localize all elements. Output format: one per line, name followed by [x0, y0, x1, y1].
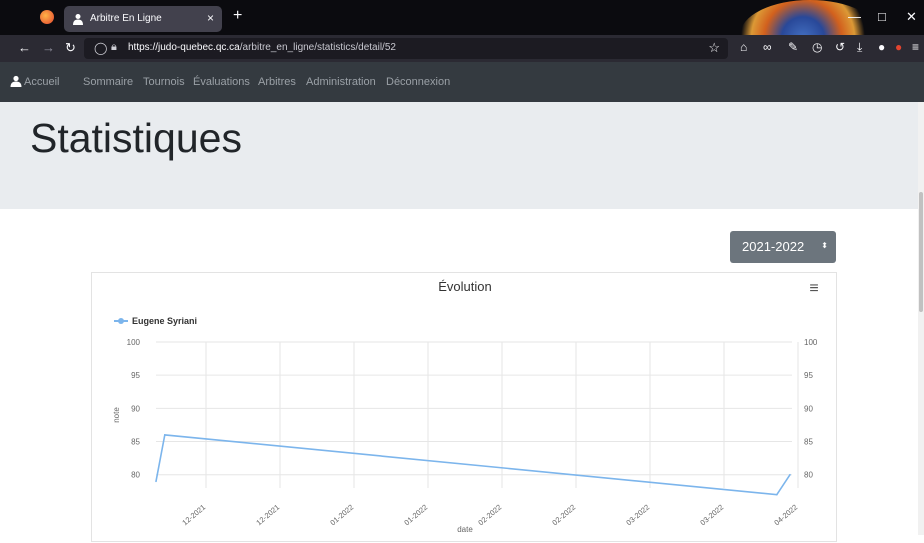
- back-icon[interactable]: ←: [18, 40, 31, 55]
- user-icon: [73, 14, 83, 25]
- y-tick-label-left: 90: [131, 404, 140, 413]
- menu-icon[interactable]: ≡: [912, 40, 919, 54]
- user-icon: [10, 75, 22, 87]
- y-tick-label-right: 85: [804, 438, 813, 447]
- extension-icon[interactable]: ●: [878, 40, 885, 54]
- y-tick-label-right: 80: [804, 471, 813, 480]
- nav-tournois[interactable]: Tournois: [143, 76, 185, 88]
- browser-tab-bar: Arbitre En Ligne × + — □ ✕: [0, 0, 924, 70]
- x-tick-label: 04-2022: [772, 503, 799, 528]
- tracking-shield-icon[interactable]: ◯: [94, 41, 107, 55]
- close-window-icon[interactable]: ✕: [906, 9, 917, 25]
- nav-administration[interactable]: Administration: [306, 76, 376, 88]
- infinity-icon[interactable]: ∞: [763, 40, 772, 54]
- y-tick-label-left: 80: [131, 471, 140, 480]
- opera-icon[interactable]: ●: [895, 40, 902, 54]
- browser-tab[interactable]: Arbitre En Ligne ×: [64, 6, 222, 32]
- maximize-icon[interactable]: □: [878, 9, 886, 24]
- y-tick-label-right: 95: [804, 371, 813, 380]
- series-line-eugene-syriani: [155, 434, 791, 496]
- nav-accueil[interactable]: Accueil: [24, 76, 59, 88]
- tab-title: Arbitre En Ligne: [90, 13, 162, 24]
- chart-menu-icon[interactable]: ≡: [809, 280, 818, 297]
- page-title: Statistiques: [30, 115, 242, 161]
- y-tick-label-left: 95: [131, 371, 140, 380]
- firefox-icon[interactable]: [40, 10, 54, 24]
- address-bar[interactable]: ◯ 🔒︎ https://judo-quebec.qc.ca/arbitre_e…: [84, 38, 728, 59]
- x-tick-label: 01-2022: [328, 503, 355, 528]
- evolution-chart-card: Évolution ≡ Eugene Syriani 80 80 85 85 90 90 95 95…: [91, 272, 837, 542]
- y-axis-label: note: [112, 407, 121, 423]
- y-tick-label-right: 100: [804, 338, 818, 347]
- minimize-icon[interactable]: —: [848, 9, 861, 24]
- x-tick-label: 01-2022: [402, 503, 429, 528]
- reload-icon[interactable]: ↻: [65, 40, 76, 56]
- bookmark-star-icon[interactable]: ☆: [708, 40, 720, 56]
- site-navbar: Accueil Sommaire Tournois Évaluations Ar…: [0, 62, 924, 102]
- season-select-value: 2021-2022: [742, 239, 805, 254]
- scrollbar-thumb[interactable]: [919, 192, 923, 312]
- forward-icon[interactable]: →: [42, 40, 55, 55]
- page-header: Statistiques: [0, 102, 918, 209]
- lock-icon[interactable]: 🔒︎: [111, 41, 117, 54]
- download-icon[interactable]: ⤓: [857, 40, 862, 55]
- nav-evaluations[interactable]: Évaluations: [193, 76, 250, 88]
- season-select[interactable]: 2021-2022 ⬍: [730, 231, 836, 263]
- data-point: [164, 434, 166, 436]
- undo-icon[interactable]: ↺: [835, 40, 845, 54]
- data-point: [789, 473, 791, 476]
- evolution-chart: Évolution ≡ Eugene Syriani 80 80 85 85 90 90 95 95…: [112, 279, 819, 534]
- x-tick-label: 02-2022: [550, 503, 577, 528]
- y-tick-label-left: 100: [127, 338, 141, 347]
- new-tab-button[interactable]: +: [233, 7, 242, 25]
- data-point: [155, 480, 157, 483]
- nav-sommaire[interactable]: Sommaire: [83, 76, 133, 88]
- x-tick-label: 12-2021: [180, 503, 207, 528]
- page-scrollbar[interactable]: [918, 102, 924, 535]
- browser-toolbar: ← → ↻ ◯ 🔒︎ https://judo-quebec.qc.ca/arb…: [0, 35, 924, 62]
- legend-marker: [118, 318, 124, 324]
- home-icon[interactable]: ⌂: [740, 40, 747, 54]
- x-tick-label: 03-2022: [698, 503, 725, 528]
- nav-arbitres[interactable]: Arbitres: [258, 76, 296, 88]
- x-tick-label: 02-2022: [476, 503, 503, 528]
- y-tick-label-left: 85: [131, 438, 140, 447]
- nav-deconnexion[interactable]: Déconnexion: [386, 76, 450, 88]
- url-text[interactable]: https://judo-quebec.qc.ca/arbitre_en_lig…: [128, 42, 396, 53]
- chart-title: Évolution: [438, 279, 491, 294]
- y-tick-label-right: 90: [804, 404, 813, 413]
- x-tick-label: 03-2022: [624, 503, 651, 528]
- close-tab-icon[interactable]: ×: [207, 11, 214, 25]
- legend-label[interactable]: Eugene Syriani: [132, 316, 197, 326]
- select-caret-icon: ⬍: [821, 241, 828, 250]
- history-icon[interactable]: ◷: [812, 40, 822, 54]
- x-tick-label: 12-2021: [254, 503, 281, 528]
- wrench-icon[interactable]: ✎: [788, 40, 798, 54]
- data-point: [775, 493, 778, 496]
- x-axis-label: date: [457, 525, 473, 534]
